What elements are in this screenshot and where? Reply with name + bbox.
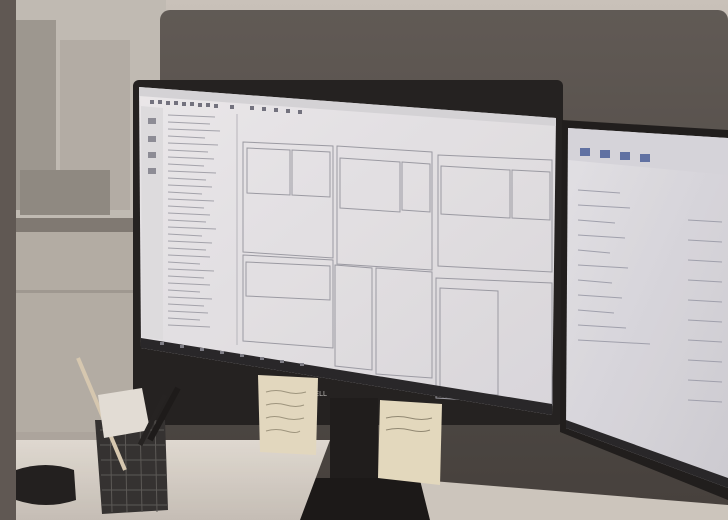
photo-scene: DELL xyxy=(0,0,728,520)
